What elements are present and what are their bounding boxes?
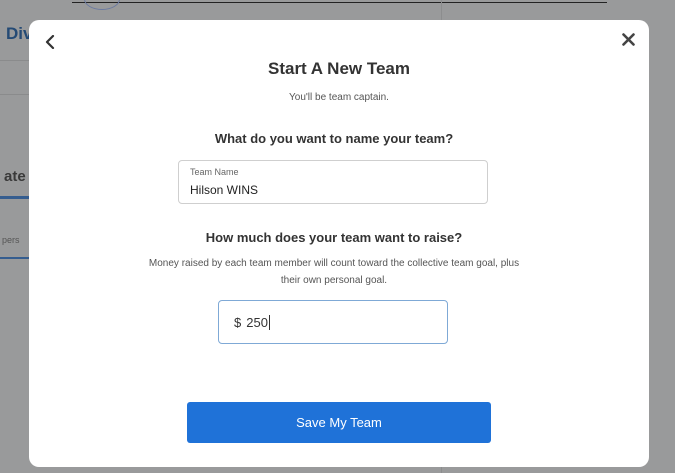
team-name-label: Team Name <box>190 167 239 177</box>
background-divider <box>0 94 30 95</box>
close-icon <box>621 32 635 46</box>
save-team-button[interactable]: Save My Team <box>187 402 491 443</box>
background-tab: ate <box>4 168 26 185</box>
text-cursor <box>268 314 270 330</box>
background-subtab-underline <box>0 257 30 259</box>
background-logo <box>84 0 120 10</box>
goal-description: Money raised by each team member will co… <box>148 258 520 286</box>
chevron-left-icon <box>45 35 55 49</box>
background-divider <box>0 60 30 61</box>
background-top-rule <box>72 2 607 3</box>
background-subtab: pers <box>2 235 20 245</box>
team-name-input[interactable]: Team Name Hilson WINS <box>178 160 488 204</box>
goal-amount-input[interactable]: $ 250 <box>218 300 448 344</box>
back-button[interactable] <box>39 30 61 54</box>
background-tab-underline <box>0 196 30 199</box>
team-name-question: What do you want to name your team? <box>214 131 454 146</box>
goal-question: How much does your team want to raise? <box>205 230 463 245</box>
modal-title: Start A New Team <box>267 59 411 78</box>
team-name-value: Hilson WINS <box>190 183 259 197</box>
modal-subtitle: You'll be team captain. <box>289 92 389 103</box>
start-team-modal: Start A New Team You'll be team captain.… <box>29 20 649 467</box>
close-button[interactable] <box>617 28 639 50</box>
currency-symbol: $ <box>234 314 242 330</box>
goal-amount-value: 250 <box>246 314 268 330</box>
